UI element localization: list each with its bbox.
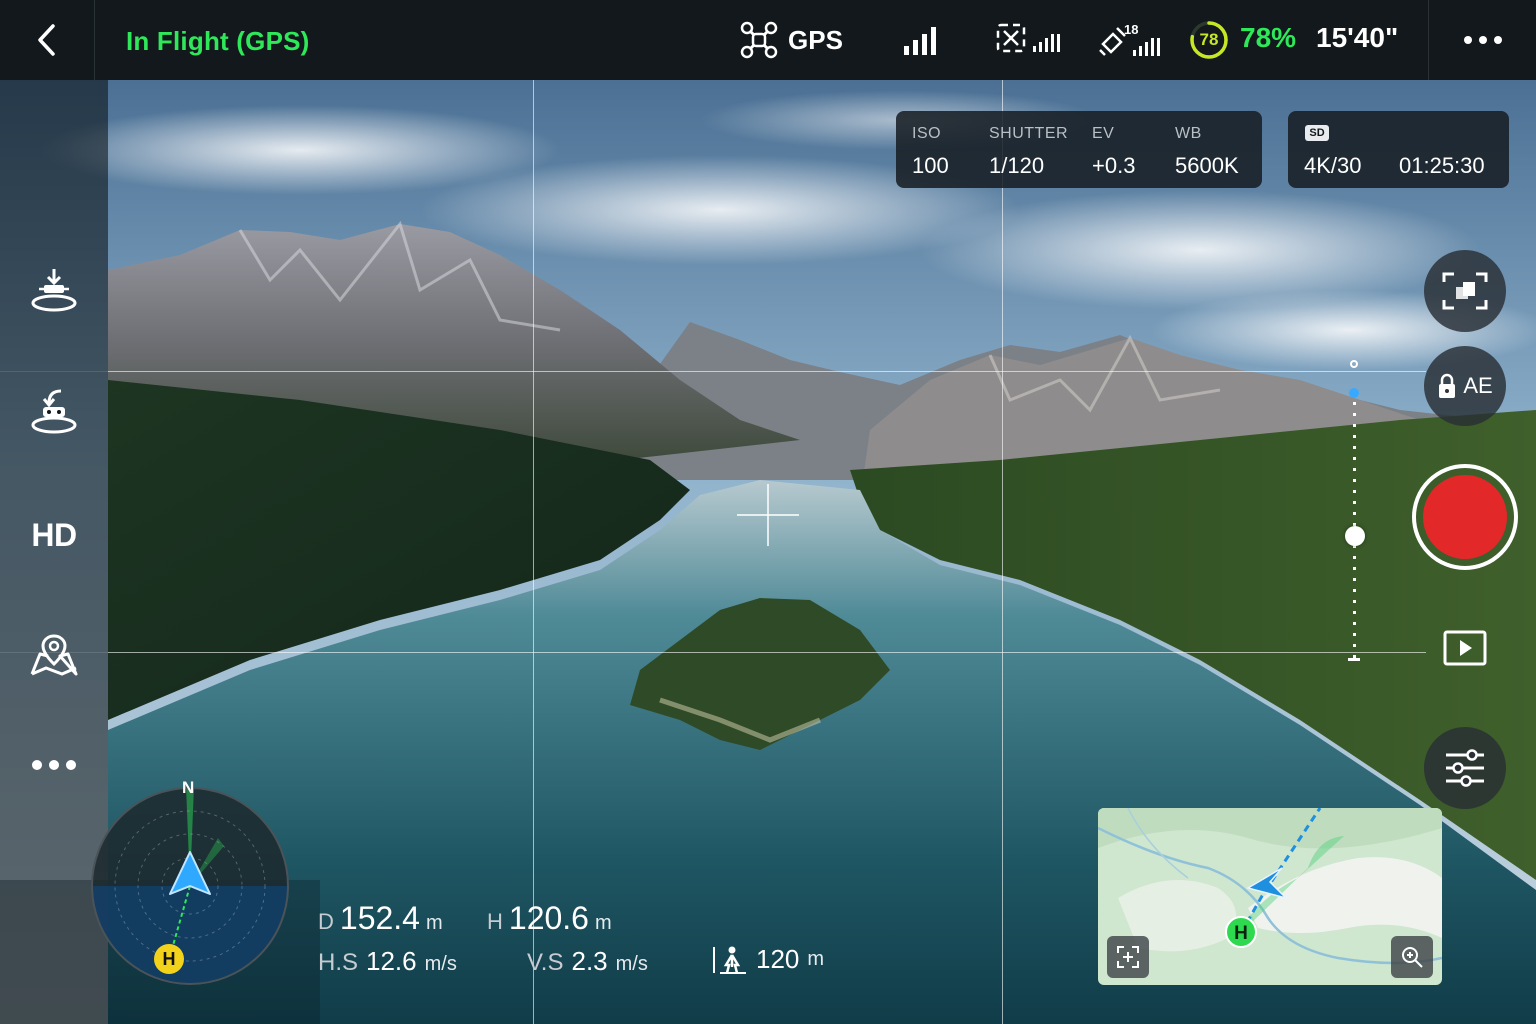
slider-bottom-cap <box>1348 658 1360 661</box>
back-button[interactable] <box>0 0 95 80</box>
gps-label: GPS <box>788 24 843 55</box>
grid-line-horizontal-2 <box>108 652 1426 653</box>
attitude-compass[interactable]: N H <box>90 778 290 986</box>
slider-thumb[interactable] <box>1345 526 1365 547</box>
flight-status: In Flight (GPS) <box>126 26 310 56</box>
height-readout: H 120.6 m <box>487 900 612 937</box>
height-label: H <box>487 909 503 934</box>
aircraft-icon <box>740 21 778 59</box>
camera-mode-button[interactable] <box>1424 250 1506 332</box>
slider-top-cap <box>1350 360 1358 368</box>
vspeed-value: 2.3 <box>571 946 608 976</box>
height-value: 120.6 <box>508 900 589 936</box>
iso-label: ISO <box>912 125 942 142</box>
more-menu-button[interactable] <box>1428 0 1536 80</box>
height-unit: m <box>594 912 612 934</box>
ev-label: EV <box>1092 125 1115 142</box>
sd-card-badge: SD <box>1305 125 1329 141</box>
shutter-value: 1/120 <box>989 153 1045 178</box>
battery-ring: 78 <box>1189 20 1229 60</box>
distance-label: D <box>318 909 334 934</box>
vspeed-unit: m/s <box>615 953 648 975</box>
compass-north-label: N <box>182 778 195 797</box>
compass-home-marker: H <box>154 944 184 974</box>
ae-lock-button[interactable]: AE <box>1424 346 1506 426</box>
play-icon <box>1443 630 1487 666</box>
drone-landing-icon <box>31 269 77 312</box>
frame-mode-icon <box>1442 272 1488 310</box>
hspeed-value: 12.6 <box>366 946 417 976</box>
wb-label: WB <box>1175 125 1202 142</box>
video-resolution: 4K/30 <box>1304 153 1362 178</box>
satellite-count: 18 <box>1124 22 1139 37</box>
iso-value: 100 <box>912 153 949 178</box>
more-horizontal-icon <box>1464 36 1502 44</box>
altitude-limit-unit: m <box>807 948 825 970</box>
playback-button[interactable] <box>1440 626 1490 670</box>
hspeed-label: H.S <box>318 949 359 976</box>
chevron-left-icon <box>38 24 55 56</box>
mini-map[interactable]: H <box>1098 808 1442 985</box>
battery-ring-value: 78 <box>1199 30 1219 49</box>
recenter-icon <box>1117 946 1139 968</box>
vertical-speed-readout: V.S 2.3 m/s <box>527 946 648 977</box>
ae-label: AE <box>1463 373 1493 398</box>
map-zoom-button[interactable] <box>1391 936 1433 978</box>
video-quality-label: HD <box>31 516 77 553</box>
shutter-label: SHUTTER <box>989 125 1069 142</box>
remaining-record-time: 01:25:30 <box>1399 153 1485 178</box>
battery-percent: 78% <box>1240 22 1297 53</box>
distance-unit: m <box>425 912 443 934</box>
altitude-person-icon <box>713 946 746 974</box>
camera-settings-panel[interactable]: ISO 100 SHUTTER 1/120 EV +0.3 WB 5600K <box>896 111 1262 188</box>
more-horizontal-icon <box>32 760 76 770</box>
distance-value: 152.4 <box>339 900 420 936</box>
remaining-flight-time: 15'40" <box>1316 22 1399 53</box>
grid-line-vertical-1 <box>533 80 534 1024</box>
map-pin-icon <box>30 634 78 676</box>
gps-status[interactable]: GPS <box>740 20 843 60</box>
record-button[interactable] <box>1412 464 1518 570</box>
video-quality-button[interactable]: HD <box>0 495 108 575</box>
zoom-icon <box>1402 947 1423 968</box>
altitude-limit-value: 120 <box>756 944 800 974</box>
auto-takeoff-landing-button[interactable] <box>0 250 108 330</box>
map-button[interactable] <box>0 615 108 695</box>
vspeed-label: V.S <box>527 949 564 976</box>
return-to-home-button[interactable] <box>0 370 108 450</box>
storage-panel[interactable]: SD 4K/30 01:25:30 <box>1288 111 1509 188</box>
compass-dial-icon <box>91 787 289 985</box>
map-recenter-button[interactable] <box>1107 936 1149 978</box>
grid-line-horizontal-1 <box>108 371 1426 372</box>
horizontal-speed-readout: H.S 12.6 m/s <box>318 946 457 977</box>
gimbal-slider[interactable] <box>1340 360 1370 666</box>
record-indicator <box>1423 475 1507 559</box>
map-home-marker: H <box>1225 916 1257 948</box>
satellite-icon <box>1099 27 1126 56</box>
slider-preset-dot <box>1349 388 1359 398</box>
return-home-icon <box>31 389 77 434</box>
satellite-bars-icon <box>1133 38 1160 56</box>
grid-line-vertical-2 <box>1002 80 1003 1024</box>
distance-readout: D 152.4 m <box>318 900 443 937</box>
hspeed-unit: m/s <box>424 953 457 975</box>
sliders-icon <box>1446 749 1484 787</box>
wb-value: 5600K <box>1175 153 1239 178</box>
crosshair-icon <box>737 484 799 546</box>
satellite-signal: 18 <box>1097 20 1167 60</box>
rc-signal-icon <box>996 23 1060 53</box>
signal-strength-icon <box>904 27 936 55</box>
lock-icon <box>1439 373 1456 398</box>
altitude-limit-readout: 120 m <box>712 944 824 975</box>
ev-value: +0.3 <box>1092 153 1136 178</box>
settings-sliders-button[interactable] <box>1424 727 1506 809</box>
